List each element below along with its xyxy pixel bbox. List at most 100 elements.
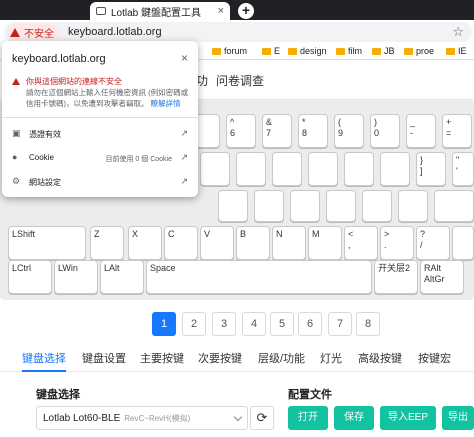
page-button-7[interactable]: 7	[328, 312, 352, 336]
key[interactable]: V	[200, 226, 234, 260]
page-button-5[interactable]: 5	[270, 312, 294, 336]
key[interactable]: C	[164, 226, 198, 260]
key[interactable]	[200, 152, 230, 186]
page-button-6[interactable]: 6	[298, 312, 322, 336]
new-tab-button[interactable]: +	[238, 3, 254, 19]
key-label: C	[168, 229, 175, 239]
tab-keyboard-settings[interactable]: 键盘设置	[82, 350, 126, 366]
page-button-1[interactable]: 1	[152, 312, 176, 336]
site-settings-row[interactable]: ⚙ 網站設定 ↗	[2, 173, 198, 191]
tab-macros[interactable]: 按键宏	[418, 350, 451, 366]
chevron-down-icon	[233, 412, 243, 422]
key[interactable]	[254, 190, 284, 222]
keyboard-select-dropdown[interactable]: Lotlab Lot60-BLE RevC~RevH(模拟)	[36, 406, 248, 430]
page-button-2[interactable]: 2	[182, 312, 206, 336]
key-lctrl[interactable]: LCtrl	[8, 260, 52, 294]
key-label: -	[410, 128, 413, 138]
key[interactable]: * 8	[298, 114, 328, 148]
key[interactable]: M	[308, 226, 342, 260]
key[interactable]	[218, 190, 248, 222]
star-icon[interactable]: ☆	[452, 24, 464, 40]
tab-lighting[interactable]: 灯光	[320, 350, 342, 366]
save-button[interactable]: 保存	[334, 406, 374, 430]
site-info-popup: keyboard.lotlab.org × 你與這個網站的連線不安全 請勿在這個…	[2, 41, 198, 197]
nav-item-survey[interactable]: 问卷调查	[216, 72, 264, 89]
keyboard-select-subvalue: RevC~RevH(模拟)	[124, 413, 191, 423]
key-space[interactable]: Space	[146, 260, 372, 294]
export-button[interactable]: 导出	[442, 406, 474, 430]
bookmark-item[interactable]: forum	[212, 46, 247, 56]
key-ralt[interactable]: RAlt AltGr	[420, 260, 464, 294]
bookmark-item[interactable]: E	[262, 46, 280, 56]
key[interactable]: ) 0	[370, 114, 400, 148]
open-button[interactable]: 打开	[288, 406, 328, 430]
key[interactable]	[362, 190, 392, 222]
key[interactable]	[344, 152, 374, 186]
keyboard-select-title: 键盘选择	[36, 389, 80, 401]
certificate-row[interactable]: ▣ 憑證有效 ↗	[2, 125, 198, 143]
key[interactable]	[326, 190, 356, 222]
tab-close-icon[interactable]: ×	[218, 5, 224, 17]
key[interactable]	[452, 226, 474, 260]
key[interactable]: }]	[416, 152, 446, 186]
key[interactable]: + =	[442, 114, 472, 148]
key-label: =	[446, 128, 452, 138]
key[interactable]	[398, 190, 428, 222]
tab-layers[interactable]: 层级/功能	[258, 350, 305, 366]
key-label: *	[302, 117, 306, 127]
browser-tab[interactable]: Lotlab 鍵盤配置工具 ×	[90, 2, 230, 20]
keyboard-favicon-icon	[96, 7, 106, 15]
key[interactable]: X	[128, 226, 162, 260]
key[interactable]: ^ 6	[226, 114, 256, 148]
key[interactable]	[380, 152, 410, 186]
security-chip[interactable]: 不安全	[7, 24, 60, 40]
close-icon[interactable]: ×	[181, 51, 188, 65]
key[interactable]	[272, 152, 302, 186]
bookmark-item[interactable]: IE	[446, 46, 467, 56]
key[interactable]	[290, 190, 320, 222]
cookie-row[interactable]: ● Cookie 目前使用 0 個 Cookie ↗	[2, 149, 198, 167]
bookmark-item[interactable]: design	[288, 46, 327, 56]
learn-more-link[interactable]: 瞭解詳情	[151, 99, 181, 108]
url-text[interactable]: keyboard.lotlab.org	[68, 26, 452, 38]
key[interactable]	[434, 190, 474, 222]
key-lshift[interactable]: LShift	[8, 226, 86, 260]
key-label: LWin	[58, 263, 78, 273]
address-bar[interactable]: 不安全 keyboard.lotlab.org ☆	[4, 22, 472, 42]
key-label: "	[456, 155, 460, 165]
page-button-8[interactable]: 8	[356, 312, 380, 336]
key-label: Space	[150, 263, 176, 273]
bookmark-item[interactable]: proe	[404, 46, 434, 56]
key[interactable]: Z	[90, 226, 124, 260]
refresh-button[interactable]: ⟳	[250, 406, 274, 430]
key[interactable]	[308, 152, 338, 186]
key-label: V	[204, 229, 211, 239]
tab-secondary-keys[interactable]: 次要按键	[198, 350, 242, 366]
key-fn[interactable]: 开关层2	[374, 260, 418, 294]
key[interactable]: _ -	[406, 114, 436, 148]
key-label: 7	[266, 128, 272, 138]
key[interactable]: B	[236, 226, 270, 260]
key[interactable]: >.	[380, 226, 414, 260]
tab-keyboard-select[interactable]: 键盘选择	[22, 350, 66, 366]
page-button-4[interactable]: 4	[242, 312, 266, 336]
key[interactable]	[236, 152, 266, 186]
bookmark-item[interactable]: JB	[372, 46, 395, 56]
key[interactable]: " '	[452, 152, 474, 186]
bookmark-item[interactable]: film	[336, 46, 362, 56]
key[interactable]: (9	[334, 114, 364, 148]
key-lwin[interactable]: LWin	[54, 260, 98, 294]
key-lalt[interactable]: LAlt	[100, 260, 144, 294]
key[interactable]: & 7	[262, 114, 292, 148]
key-label: 开关层2	[378, 263, 411, 273]
cookie-icon: ●	[12, 152, 18, 162]
key[interactable]: <,	[344, 226, 378, 260]
key[interactable]: ? /	[416, 226, 450, 260]
import-eep-button[interactable]: 导入EEP	[380, 406, 436, 430]
page-button-3[interactable]: 3	[212, 312, 236, 336]
tab-advanced-keys[interactable]: 高级按键	[358, 350, 402, 366]
external-link-icon: ↗	[180, 128, 188, 138]
key[interactable]: N	[272, 226, 306, 260]
tab-main-keys[interactable]: 主要按键	[140, 350, 184, 366]
key-label: N	[276, 229, 283, 239]
